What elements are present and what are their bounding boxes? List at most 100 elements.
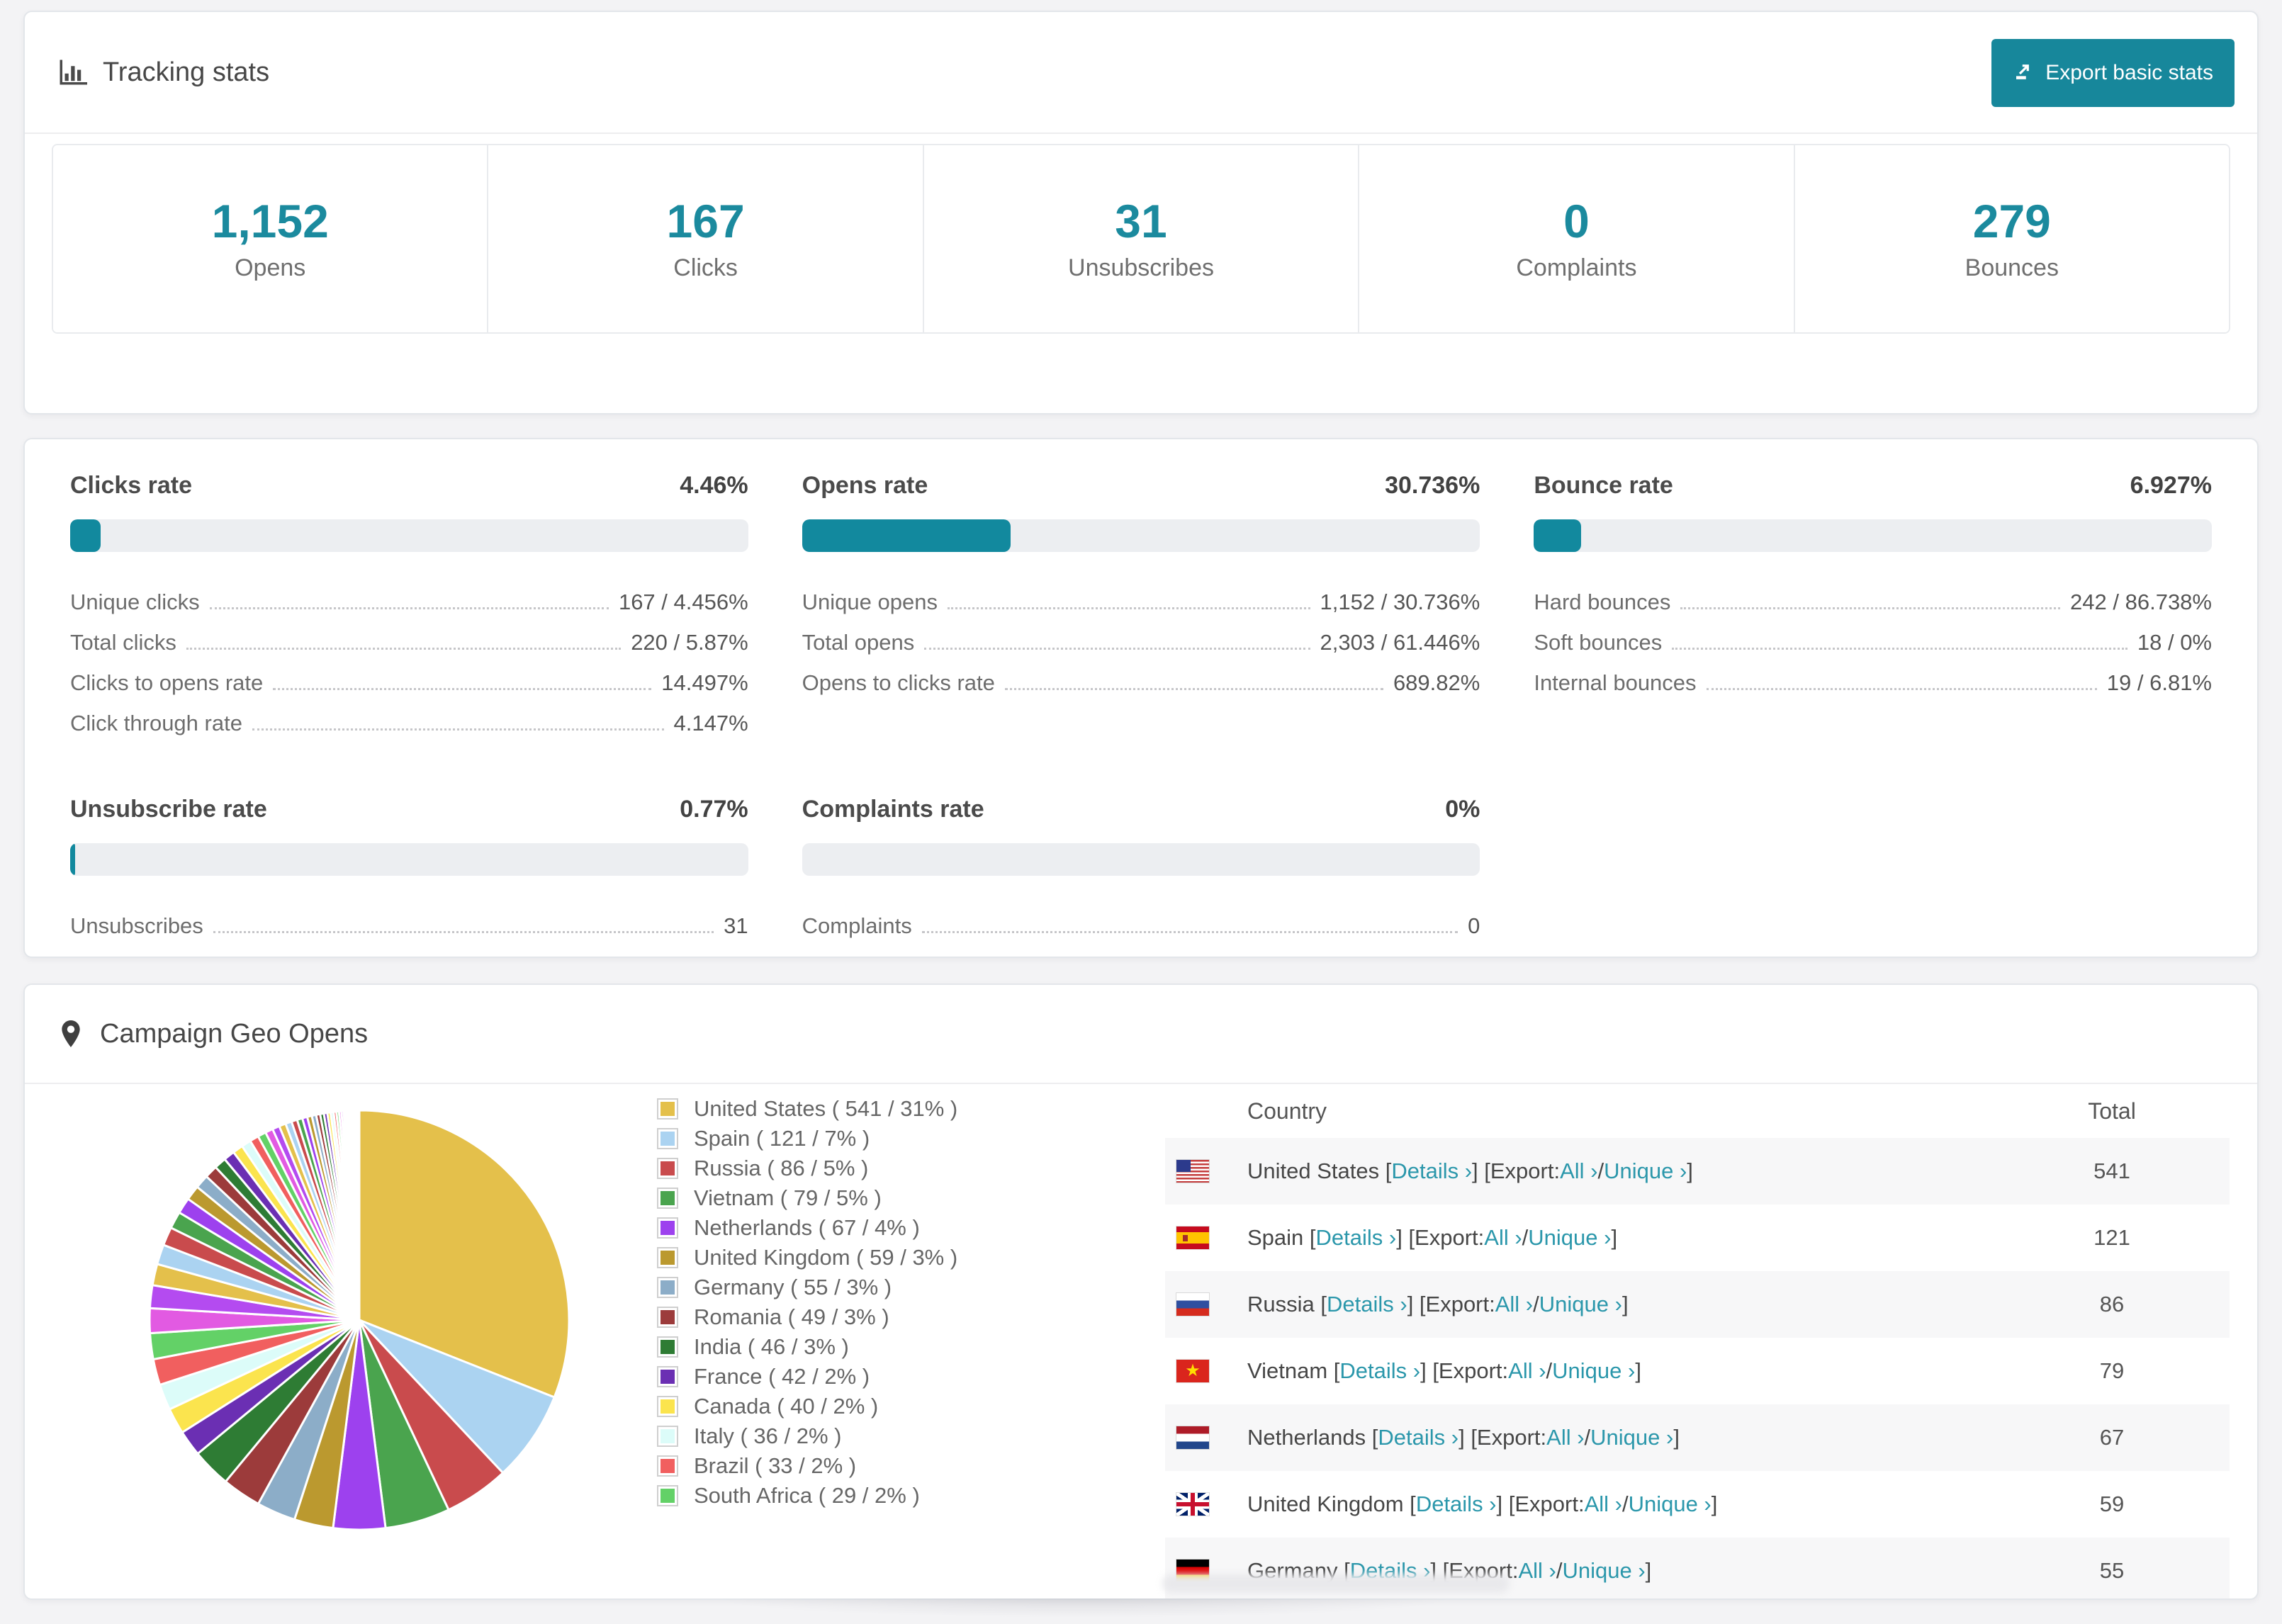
stat-label: Clicks (673, 254, 738, 281)
rate-progress-bar (802, 519, 1480, 552)
link-export-all[interactable]: All › (1484, 1225, 1522, 1251)
link-export-unique[interactable]: Unique › (1629, 1492, 1712, 1517)
rate-title: Bounce rate (1534, 472, 1673, 499)
row-text: ] (1673, 1425, 1680, 1450)
flag-gb-icon (1176, 1493, 1209, 1516)
row-text: Vietnam [ (1247, 1358, 1340, 1383)
link-export-all[interactable]: All › (1495, 1292, 1533, 1317)
stat-cell-complaints: 0 Complaints (1359, 145, 1795, 332)
rate-row-value: 220 / 5.87% (631, 630, 748, 655)
link-export-unique[interactable]: Unique › (1528, 1225, 1611, 1251)
legend-label: Germany ( 55 / 3% ) (694, 1275, 892, 1299)
table-row-nl: Netherlands [Details ›] [Export: All › /… (1165, 1404, 2230, 1471)
link-details[interactable]: Details › (1316, 1225, 1397, 1251)
row-text: / (1556, 1558, 1563, 1583)
stat-value: 0 (1563, 195, 1590, 248)
legend-swatch (657, 1128, 678, 1149)
rate-rows: Unique opens 1,152 / 30.736% Total opens 2,… (802, 579, 1480, 700)
rate-row: Total clicks 220 / 5.87% (70, 619, 748, 660)
total-cell: 79 (2099, 1358, 2125, 1383)
rates-grid: Clicks rate 4.46% Unique clicks 167 / 4.456… (25, 439, 2257, 943)
dotted-leader (924, 648, 1310, 650)
rate-block: Clicks rate 4.46% Unique clicks 167 / 4.456… (70, 472, 748, 740)
link-export-all[interactable]: All › (1560, 1158, 1597, 1184)
rate-progress-fill (70, 843, 76, 876)
rates-card: Clicks rate 4.46% Unique clicks 167 / 4.456… (23, 438, 2259, 958)
rate-title: Complaints rate (802, 796, 984, 823)
rate-head: Complaints rate 0% (802, 796, 1480, 823)
rate-row: Clicks to opens rate 14.497% (70, 660, 748, 700)
country-cell: Spain [Details ›] [Export: All › / Uniqu… (1247, 1225, 2006, 1251)
rate-row: Total opens 2,303 / 61.446% (802, 619, 1480, 660)
geo-table-header: Country Total (1165, 1084, 2230, 1138)
rate-row: Soft bounces 18 / 0% (1534, 619, 2212, 660)
row-text: Russia [ (1247, 1292, 1327, 1316)
link-export-all[interactable]: All › (1508, 1358, 1546, 1384)
link-export-unique[interactable]: Unique › (1552, 1358, 1635, 1384)
row-text: Spain [ (1247, 1225, 1316, 1250)
link-details[interactable]: Details › (1339, 1358, 1420, 1384)
legend-item: Germany ( 55 / 3% ) (657, 1273, 957, 1302)
link-export-unique[interactable]: Unique › (1539, 1292, 1622, 1317)
legend-label: United States ( 541 / 31% ) (694, 1096, 958, 1121)
link-export-all[interactable]: All › (1546, 1425, 1584, 1450)
rate-row: Internal bounces 19 / 6.81% (1534, 660, 2212, 700)
rate-row-label: Internal bounces (1534, 670, 1697, 695)
rate-block: Opens rate 30.736% Unique opens 1,152 / 30.… (802, 472, 1480, 740)
rate-row: Click through rate 4.147% (70, 700, 748, 740)
legend-swatch (657, 1158, 678, 1179)
export-basic-stats-button[interactable]: Export basic stats (1991, 39, 2235, 107)
rate-row-label: Unique opens (802, 590, 938, 614)
legend-label: South Africa ( 29 / 2% ) (694, 1483, 920, 1508)
flag-nl-icon (1176, 1426, 1209, 1449)
rate-row-value: 0 (1468, 913, 1480, 938)
dotted-leader (186, 648, 622, 650)
rate-row-label: Unique clicks (70, 590, 200, 614)
legend-label: Netherlands ( 67 / 4% ) (694, 1215, 920, 1240)
link-export-all[interactable]: All › (1585, 1492, 1622, 1517)
dotted-leader (1004, 688, 1383, 690)
stat-value: 167 (666, 195, 745, 248)
legend-label: Italy ( 36 / 2% ) (694, 1423, 842, 1448)
rate-progress-fill (70, 519, 101, 552)
stats-row: 1,152 Opens 167 Clicks 31 Unsubscribes 0 Compla… (52, 144, 2230, 334)
rate-progress-bar (1534, 519, 2212, 552)
link-export-unique[interactable]: Unique › (1604, 1158, 1687, 1184)
geo-pie-chart (148, 1109, 570, 1531)
stat-label: Complaints (1516, 254, 1637, 281)
rate-row-label: Soft bounces (1534, 630, 1663, 655)
rate-head: Clicks rate 4.46% (70, 472, 748, 500)
pie-slice-57[interactable] (356, 1109, 361, 1321)
legend-swatch (657, 1336, 678, 1358)
legend-label: Russia ( 86 / 5% ) (694, 1156, 869, 1180)
rate-row: Unsubscribes 31 (70, 903, 748, 943)
link-export-unique[interactable]: Unique › (1562, 1558, 1645, 1584)
legend-item: Canada ( 40 / 2% ) (657, 1392, 957, 1421)
link-details[interactable]: Details › (1391, 1158, 1472, 1184)
link-export-unique[interactable]: Unique › (1590, 1425, 1673, 1450)
rate-row-label: Complaints (802, 913, 912, 938)
legend-item: South Africa ( 29 / 2% ) (657, 1481, 957, 1511)
geo-header: Campaign Geo Opens (25, 985, 2257, 1084)
link-details[interactable]: Details › (1327, 1292, 1407, 1317)
row-text: / (1584, 1425, 1591, 1450)
link-details[interactable]: Details › (1416, 1492, 1497, 1517)
stat-label: Unsubscribes (1068, 254, 1214, 281)
rate-progress-bar (70, 519, 748, 552)
rate-row-value: 242 / 86.738% (2070, 590, 2212, 614)
row-text: United States [ (1247, 1158, 1392, 1183)
table-row-gb: United Kingdom [Details ›] [Export: All … (1165, 1471, 2230, 1538)
table-row-ru: Russia [Details ›] [Export: All › / Uniq… (1165, 1271, 2230, 1338)
geo-table-rows: United States [Details ›] [Export: All ›… (1165, 1138, 2230, 1598)
total-cell: 55 (2099, 1558, 2125, 1583)
link-export-all[interactable]: All › (1518, 1558, 1556, 1584)
row-text: Netherlands [ (1247, 1425, 1378, 1450)
stat-cell-clicks: 167 Clicks (488, 145, 924, 332)
export-button-label: Export basic stats (2045, 61, 2213, 84)
rate-value: 0.77% (680, 796, 748, 823)
link-details[interactable]: Details › (1378, 1425, 1458, 1450)
total-cell: 59 (2099, 1492, 2125, 1516)
tracking-stats-card: Tracking stats Export basic stats 1,152 O… (23, 11, 2259, 415)
row-text: / (1621, 1492, 1629, 1516)
rate-row: Unique opens 1,152 / 30.736% (802, 579, 1480, 619)
